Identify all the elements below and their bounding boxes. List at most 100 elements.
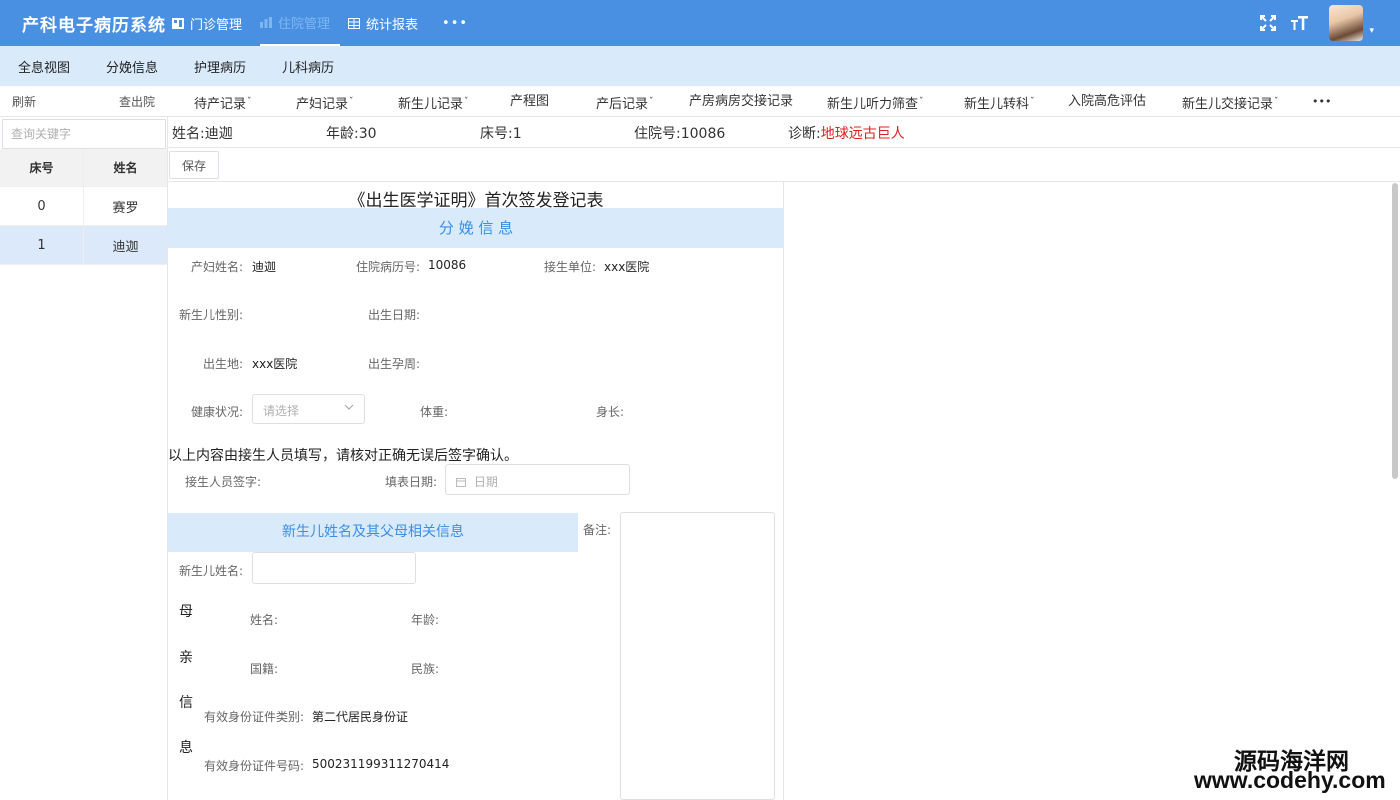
- tab-label: 新生儿转科: [964, 97, 1030, 112]
- vertical-scrollbar[interactable]: [1392, 183, 1398, 479]
- section-delivery-info: 分 娩 信 息: [168, 208, 784, 248]
- tab-label: 产房病房交接记录: [689, 94, 794, 109]
- avatar[interactable]: [1329, 5, 1364, 41]
- nav-outpatient[interactable]: 门诊管理: [172, 0, 252, 46]
- table-row[interactable]: 0 赛罗: [0, 187, 167, 226]
- tab-partogram[interactable]: 产程图: [510, 86, 549, 117]
- mother-name-value: 迪迦: [252, 260, 277, 274]
- patient-bed: 床号:1: [480, 123, 522, 143]
- save-button[interactable]: 保存: [169, 151, 219, 179]
- header-right-tools: ▾: [1245, 0, 1374, 46]
- delivery-unit-value: xxx医院: [604, 260, 650, 274]
- calendar-icon: [456, 476, 466, 490]
- label: 床号:: [480, 126, 513, 142]
- tab-label: 产妇记录: [296, 97, 349, 112]
- top-nav: 门诊管理 住院管理 统计报表 •••: [172, 0, 486, 46]
- patient-age: 年龄:30: [326, 123, 377, 143]
- table-row[interactable]: 1 迪迦: [0, 226, 167, 265]
- label: 姓名:: [172, 126, 205, 142]
- birth-place-value: xxx医院: [252, 357, 298, 371]
- nav-reports-label: 统计报表: [366, 17, 419, 33]
- tab-label: 产程图: [510, 94, 550, 109]
- tab-ward-handover[interactable]: 产房病房交接记录: [689, 86, 793, 117]
- label: 住院号:: [634, 126, 681, 142]
- remark-textarea[interactable]: [620, 512, 775, 800]
- table-header: 床号 姓名: [0, 149, 167, 187]
- midwife-sign-label: 接生人员签字:: [185, 475, 262, 489]
- subnav-overview[interactable]: 全息视图: [18, 57, 88, 76]
- home-icon: [172, 17, 184, 29]
- tab-label: 产后记录: [596, 97, 649, 112]
- column-header-name: 姓名: [113, 161, 138, 175]
- top-header: 产科电子病历系统 门诊管理 住院管理 统计报表 ••• ▾: [0, 0, 1400, 46]
- fill-date-picker[interactable]: 日期: [445, 464, 630, 495]
- mother-info-vertical-label: 亲: [179, 650, 193, 666]
- tab-mother-record[interactable]: 产妇记录ˇ: [296, 86, 354, 117]
- value: 迪迦: [204, 126, 233, 142]
- watermark-url: www.codehy.com: [1194, 767, 1386, 793]
- tab-newborn-record[interactable]: 新生儿记录ˇ: [398, 86, 469, 117]
- tab-label: 新生儿记录: [398, 97, 464, 112]
- patient-table: 床号 姓名 0 赛罗 1 迪迦: [0, 149, 167, 265]
- form-toolbar: 保存: [168, 148, 1400, 182]
- subnav-pediatrics[interactable]: 儿科病历: [282, 57, 352, 76]
- weight-label: 体重:: [420, 405, 449, 419]
- patient-name: 姓名:迪迦: [172, 123, 233, 143]
- subnav-nursing[interactable]: 护理病历: [194, 57, 264, 76]
- baby-name-input[interactable]: [252, 552, 416, 584]
- chevron-down-icon: ˇ: [247, 97, 252, 107]
- patient-admission-no: 住院号:10086: [634, 123, 725, 143]
- record-tab-bar: 刷新 查出院 待产记录ˇ 产妇记录ˇ 新生儿记录ˇ 产程图 产后记录ˇ 产房病房…: [0, 86, 1400, 117]
- tab-newborn-handover[interactable]: 新生儿交接记录ˇ: [1182, 86, 1279, 117]
- value: 地球远古巨人: [820, 126, 905, 142]
- birth-certificate-form: 《出生医学证明》首次签发登记表 分 娩 信 息 产妇姓名: 迪迦 住院病历号: …: [168, 182, 784, 800]
- confirmation-notice: 以上内容由接生人员填写，请核对正确无误后签字确认。: [168, 448, 518, 464]
- fullscreen-icon[interactable]: [1259, 14, 1277, 32]
- nav-inpatient[interactable]: 住院管理: [260, 0, 341, 46]
- chevron-down-icon: ˇ: [349, 97, 354, 107]
- nav-more-button[interactable]: •••: [436, 0, 478, 46]
- tab-hearing-screening[interactable]: 新生儿听力筛查ˇ: [827, 86, 924, 117]
- mother-info-vertical-label: 信: [179, 695, 193, 711]
- nav-reports[interactable]: 统计报表: [348, 0, 428, 46]
- tab-postpartum-record[interactable]: 产后记录ˇ: [596, 86, 654, 117]
- record-no-label: 住院病历号:: [356, 260, 421, 274]
- section-parent-info: 新生儿姓名及其父母相关信息: [168, 513, 578, 552]
- mother-id-type-value: 第二代居民身份证: [312, 710, 409, 724]
- grid-icon: [348, 17, 361, 29]
- baby-sex-label: 新生儿性别:: [179, 308, 244, 322]
- health-select[interactable]: 请选择: [252, 394, 365, 424]
- font-size-icon[interactable]: [1291, 14, 1309, 32]
- mother-ethnicity-label: 民族:: [411, 662, 440, 676]
- tab-risk-assessment[interactable]: 入院高危评估: [1068, 86, 1146, 117]
- birth-place-label: 出生地:: [203, 357, 244, 371]
- bar-chart-icon: [260, 16, 273, 28]
- delivery-unit-label: 接生单位:: [544, 260, 597, 274]
- nav-inpatient-label: 住院管理: [278, 16, 331, 32]
- mother-id-no-label: 有效身份证件号码:: [204, 759, 305, 773]
- tabs-more-button[interactable]: •••: [1312, 86, 1331, 117]
- fill-date-placeholder: 日期: [473, 475, 498, 489]
- tab-prenatal-record[interactable]: 待产记录ˇ: [194, 86, 252, 117]
- refresh-button[interactable]: 刷新: [12, 86, 36, 117]
- mother-name-field-label: 姓名:: [250, 613, 279, 627]
- tab-newborn-transfer[interactable]: 新生儿转科ˇ: [964, 86, 1035, 117]
- discharged-query-button[interactable]: 查出院: [119, 86, 155, 117]
- mother-info-vertical-label: 母: [179, 604, 193, 620]
- column-header-bed: 床号: [0, 149, 84, 186]
- nav-outpatient-label: 门诊管理: [190, 17, 243, 33]
- app-title: 产科电子病历系统: [22, 16, 166, 36]
- chevron-down-icon: ˇ: [919, 97, 924, 107]
- patient-list-panel: 床号 姓名 0 赛罗 1 迪迦: [0, 117, 168, 800]
- label: 年龄:: [326, 126, 359, 142]
- search-input[interactable]: [2, 119, 166, 149]
- subnav-delivery[interactable]: 分娩信息: [106, 57, 176, 76]
- gestation-label: 出生孕周:: [368, 357, 421, 371]
- mother-info-vertical-label: 息: [179, 740, 193, 756]
- chevron-down-icon[interactable]: ▾: [1369, 26, 1374, 36]
- patient-diagnosis: 诊断:地球远古巨人: [788, 123, 905, 143]
- bed-cell: 0: [0, 187, 84, 225]
- name-cell: 迪迦: [112, 239, 139, 255]
- value: 10086: [680, 126, 726, 142]
- fill-date-label: 填表日期:: [385, 475, 438, 489]
